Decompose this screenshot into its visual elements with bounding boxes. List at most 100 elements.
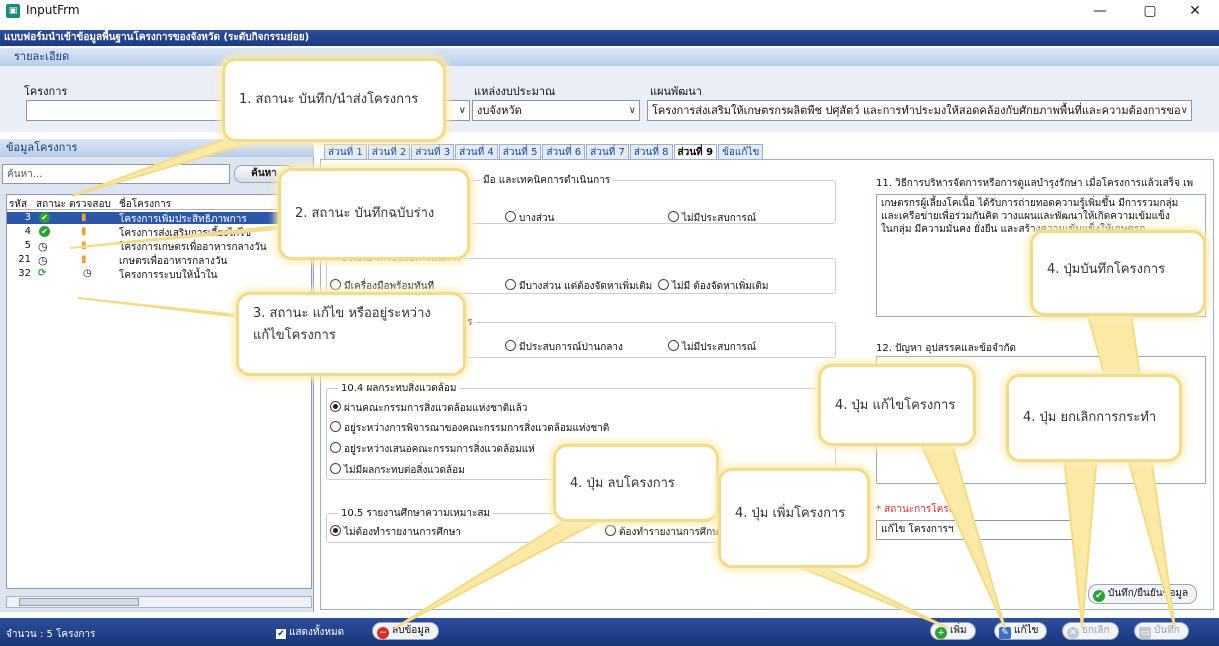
row-name: โครงการส่งเสริมการเลี้ยงไก่ไข่	[119, 228, 252, 239]
clock-icon: ◷	[83, 268, 92, 279]
add-label: เพิ่ม	[950, 625, 967, 636]
management-option-medium[interactable]: มีประสบการณ์ปานกลาง	[505, 340, 623, 355]
row-id: 21	[18, 254, 31, 265]
callout-edit-button: 4. ปุ่ม แก้ไขโครงการ	[818, 364, 976, 446]
callout-delete-button: 4. ปุ่ม ลบโครงการ	[553, 444, 719, 522]
saved-check-icon: ✔	[39, 212, 50, 223]
option-label: อยู่ระหว่างการพิจารณาของคณะกรรมการสิ่งแว…	[344, 423, 610, 434]
cancel-icon: ✕	[1067, 627, 1079, 639]
option-label: ไม่มีประสบการณ์	[682, 213, 757, 224]
chevron-down-icon: ∨	[1072, 524, 1080, 535]
study-option-not-required[interactable]: ไม่ต้องทำรายงานการศึกษา	[330, 525, 461, 540]
q11-title: 11. วิธีการบริหารจัดการหรือการดูแลบำรุงร…	[876, 178, 1194, 189]
radio-circle	[668, 211, 679, 222]
edit-button[interactable]: ✎ แก้ไข	[994, 622, 1048, 640]
app-icon: ▣	[6, 4, 20, 18]
chevron-down-icon: ∨	[1180, 101, 1188, 120]
minimize-button[interactable]: —	[1080, 0, 1120, 22]
radio-circle	[505, 211, 516, 222]
tools-option-partial[interactable]: มีบางส่วน แต่ต้องจัดหาเพิ่มเติม	[505, 279, 652, 294]
environment-option-considering[interactable]: อยู่ระหว่างการพิจารณาของคณะกรรมการสิ่งแว…	[330, 421, 609, 436]
option-label: มีเครื่องมือพร้อมทันที	[344, 281, 435, 292]
plan-label: แผนพัฒนา	[650, 85, 702, 98]
section-tabs: ส่วนที่ 1 ส่วนที่ 2 ส่วนที่ 3 ส่วนที่ 4 ส่วน…	[324, 144, 1214, 161]
tools-option-none[interactable]: ไม่มี ต้องจัดหาเพิ่มเติม	[658, 279, 768, 294]
status-select[interactable]: แก้ไข โครงการฯ ∨	[876, 520, 1084, 540]
status-value: แก้ไข โครงการฯ	[881, 524, 954, 535]
edit-label: แก้ไข	[1014, 625, 1039, 636]
minus-icon: −	[377, 627, 389, 639]
callout-save-button: 4. ปุ่มบันทึกโครงการ	[1030, 230, 1206, 316]
table-row[interactable]: 32 ⟳ ◷ โครงการระบบให้น้ำใน	[7, 268, 311, 281]
search-input[interactable]: ค้นหา...	[2, 164, 230, 184]
plan-select[interactable]: โครงการส่งเสริมให้เกษตรกรผลิตพืช ปศุสัตว…	[647, 100, 1192, 121]
radio-circle	[330, 525, 341, 536]
cancel-label: ยกเลิก	[1082, 625, 1110, 636]
document-icon: ▮	[81, 254, 87, 265]
confirm-save-button[interactable]: ✔ บันทึก/ยืนยันข้อมูล	[1088, 584, 1198, 604]
radio-circle	[330, 401, 341, 412]
table-row[interactable]: 21 ◷ ▮ เกษตรเพื่ออาหารกลางวัน	[7, 254, 311, 267]
horizontal-scrollbar[interactable]	[6, 596, 312, 608]
show-all-checkbox[interactable]: ✔ แสดงทั้งหมด	[276, 625, 344, 640]
detail-panel	[0, 66, 1219, 132]
status-label: * สถานะการโครงการ	[876, 504, 971, 515]
management-option-none[interactable]: ไม่มีประสบการณ์	[668, 340, 756, 355]
project-grid: รหัส สถานะ ตรวจสอบ ชื่อโครงการ 3 ✔ ▮ โคร…	[6, 194, 312, 589]
refresh-icon: ⟳	[38, 268, 47, 279]
add-button[interactable]: + เพิ่ม	[930, 622, 976, 640]
chevron-down-icon: ∨	[458, 105, 466, 116]
technique-title: มือ และเทคนิคการดำเนินการ	[480, 173, 614, 188]
option-label: มีประสบการณ์ปานกลาง	[519, 342, 623, 353]
save-label: บันทึก	[1154, 625, 1180, 636]
row-id: 32	[18, 268, 31, 279]
callout-editing-status: 3. สถานะ แก้ไข หรืออยู่ระหว่าง แก้ไขโครง…	[236, 292, 466, 376]
option-label: บางส่วน	[519, 213, 555, 224]
radio-circle	[605, 525, 616, 536]
project-label: โครงการ	[24, 85, 68, 98]
environment-option-proposing[interactable]: อยู่ระหว่างเสนอคณะกรรมการสิ่งแวดล้อมแห่	[330, 442, 535, 457]
option-label: ไม่มีผลกระทบต่อสิ่งแวดล้อม	[344, 465, 465, 476]
radio-circle	[330, 463, 341, 474]
row-id: 4	[24, 226, 31, 237]
maximize-button[interactable]: ▢	[1130, 0, 1170, 22]
radio-circle	[658, 279, 669, 290]
option-label: ไม่มีประสบการณ์	[682, 342, 757, 353]
save-icon: ▭	[1139, 627, 1151, 639]
scrollbar-thumb[interactable]	[19, 598, 139, 606]
table-row[interactable]: 3 ✔ ▮ โครงการเพิ่มประสิทธิภาพการ	[7, 212, 311, 225]
cancel-button[interactable]: ✕ ยกเลิก	[1062, 622, 1119, 640]
check-icon: ✔	[1093, 590, 1105, 602]
radio-circle	[668, 340, 679, 351]
row-name: โครงการระบบให้น้ำใน	[119, 270, 218, 281]
budget-source-select[interactable]: งบจังหวัด ∨	[472, 100, 640, 121]
study-option-required[interactable]: ต้องทำรายงานการศึกษา	[605, 525, 724, 540]
table-row[interactable]: 4 ✔ ▮ โครงการส่งเสริมการเลี้ยงไก่ไข่	[7, 226, 311, 239]
project-dropdown[interactable]: ∨	[455, 100, 470, 121]
option-label: ผ่านคณะกรรมการสิ่งแวดล้อมแห่งชาติแล้ว	[344, 403, 528, 414]
table-row[interactable]: 5 ◷ ▮ โครงการเกษตรเพื่ออาหารกลางวัน	[7, 240, 311, 253]
plan-value: โครงการส่งเสริมให้เกษตรกรผลิตพืช ปศุสัตว…	[652, 104, 1181, 117]
option-label: อยู่ระหว่างเสนอคณะกรรมการสิ่งแวดล้อมแห่	[344, 444, 535, 455]
budget-source-value: งบจังหวัด	[477, 104, 522, 117]
confirm-label: บันทึก/ยืนยันข้อมูล	[1108, 588, 1189, 599]
environment-option-none[interactable]: ไม่มีผลกระทบต่อสิ่งแวดล้อม	[330, 463, 465, 478]
budget-source-label: แหล่งงบประมาณ	[474, 85, 556, 98]
saved-check-icon: ✔	[39, 226, 50, 237]
technique-option-none[interactable]: ไม่มีประสบการณ์	[668, 211, 756, 226]
environment-option-passed[interactable]: ผ่านคณะกรรมการสิ่งแวดล้อมแห่งชาติแล้ว	[330, 401, 527, 416]
radio-circle	[330, 442, 341, 453]
clock-icon: ◷	[38, 240, 48, 253]
callout-saved-status: 1. สถานะ บันทึก/นำส่งโครงการ	[222, 58, 446, 142]
technique-option-partial[interactable]: บางส่วน	[505, 211, 554, 226]
window-titlebar	[0, 0, 1219, 22]
environment-title: 10.4 ผลกระทบสิ่งแวดล้อม	[338, 381, 460, 396]
delete-button[interactable]: − ลบข้อมูล	[372, 622, 440, 640]
save-button[interactable]: ▭ บันทึก	[1134, 622, 1189, 640]
close-button[interactable]: ✕	[1175, 0, 1215, 22]
radio-circle	[330, 421, 341, 432]
row-name: เกษตรเพื่ออาหารกลางวัน	[119, 256, 228, 267]
study-title: 10.5 รายงานศึกษาความเหมาะสม	[338, 506, 494, 521]
document-icon: ▮	[81, 226, 87, 237]
q12-title: 12. ปัญหา อุปสรรคและข้อจำกัด	[876, 343, 1017, 354]
